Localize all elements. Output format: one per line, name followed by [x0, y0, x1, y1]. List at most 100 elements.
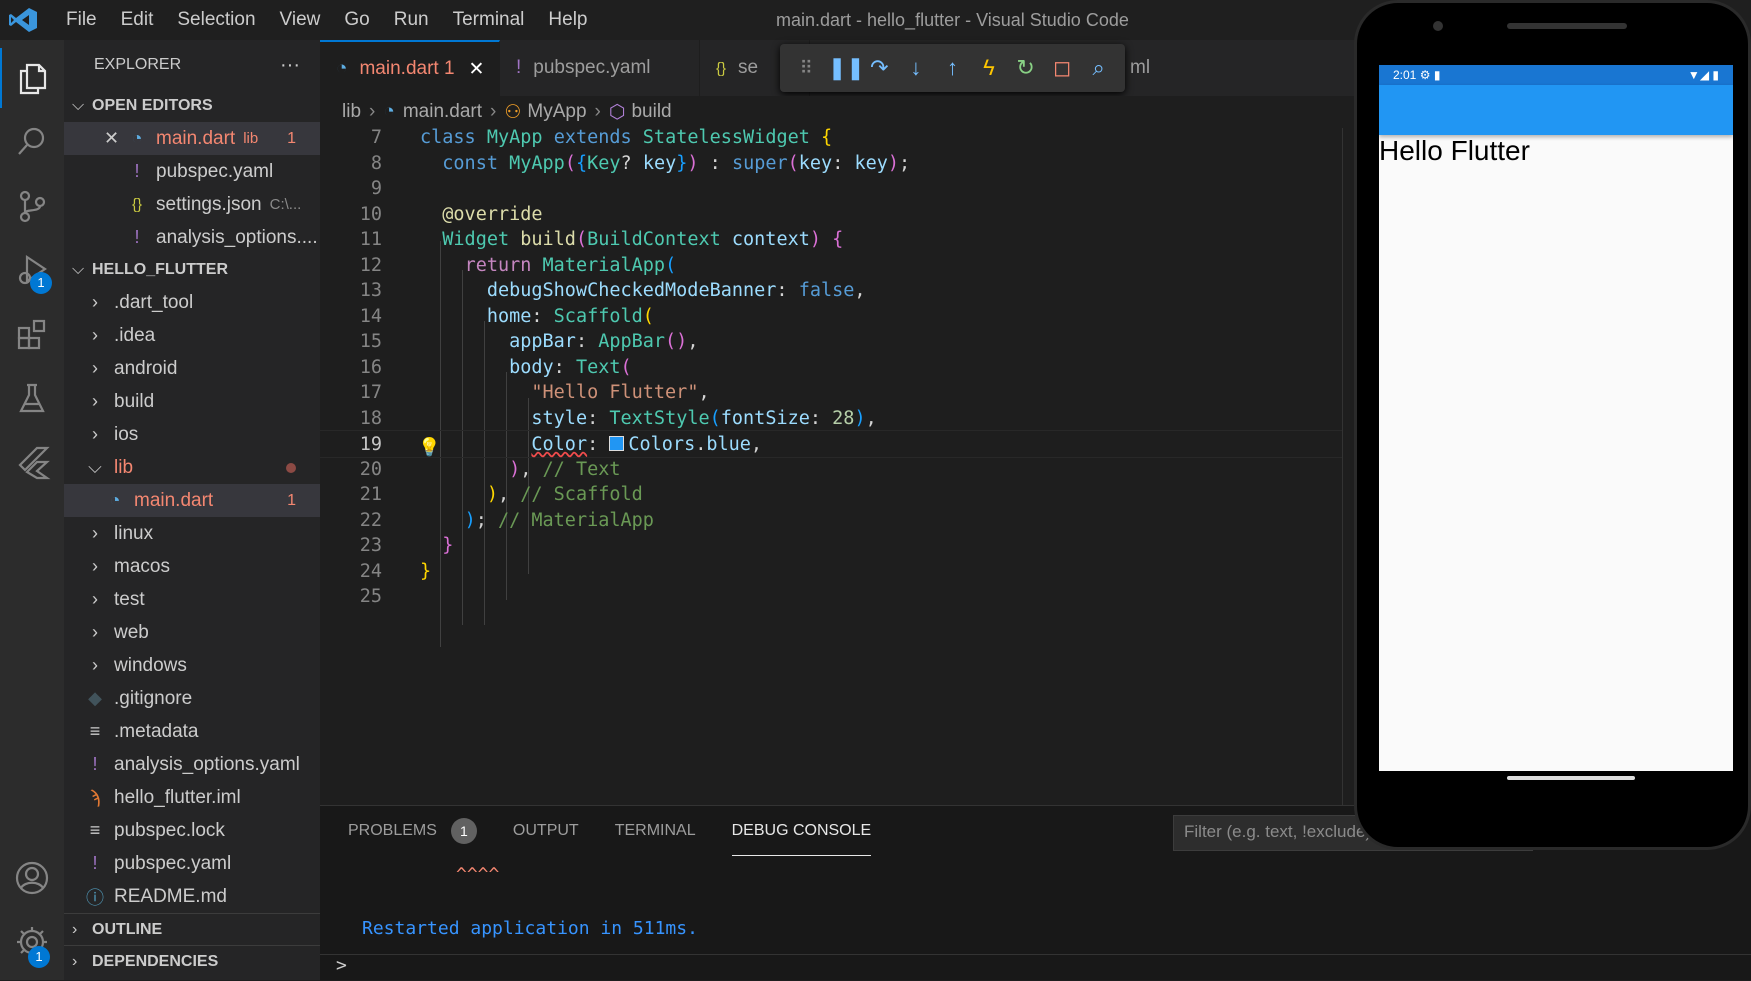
yaml-file-icon: !	[92, 853, 98, 873]
debug-badge: 1	[30, 272, 52, 294]
menu-edit[interactable]: Edit	[109, 0, 166, 40]
project-header[interactable]: ⌵ HELLO_FLUTTER	[64, 254, 320, 286]
tree-file-readme[interactable]: ⓘ README.md	[64, 880, 320, 913]
source-control-icon[interactable]	[0, 176, 64, 236]
dart-file-icon: ◔	[131, 128, 143, 148]
hot-reload-icon[interactable]: ϟ	[974, 55, 1004, 81]
tree-file-gitignore[interactable]: ◆ .gitignore	[64, 682, 320, 715]
open-editor-main-dart[interactable]: ✕ ◔ main.dart lib 1	[64, 122, 320, 155]
open-editor-pubspec[interactable]: ! pubspec.yaml	[64, 155, 320, 188]
tree-folder-dart-tool[interactable]: › .dart_tool	[64, 286, 320, 319]
menu-go[interactable]: Go	[332, 0, 381, 40]
chevron-right-icon: ›	[92, 589, 98, 609]
tree-folder-test[interactable]: › test	[64, 583, 320, 616]
step-out-icon[interactable]: ↑	[937, 55, 967, 81]
code-line: 9	[370, 178, 382, 199]
code-line: 7 class MyApp extends StatelessWidget {	[370, 127, 833, 148]
chevron-right-icon: ›	[369, 101, 376, 122]
class-symbol-icon: ⚇	[504, 101, 522, 123]
color-swatch[interactable]	[609, 436, 625, 451]
open-editor-analysis-options[interactable]: ! analysis_options....	[64, 221, 320, 254]
tab-main-dart[interactable]: ◔ main.dart 1 ✕	[320, 40, 500, 96]
chevron-right-icon: ›	[92, 325, 98, 345]
tree-folder-android[interactable]: › android	[64, 352, 320, 385]
phone-screen[interactable]: 2:01 ⚙ ▮ ▼◢ ▮ Hello Flutter	[1379, 65, 1733, 771]
info-icon: ⓘ	[86, 887, 104, 908]
breadcrumb-class[interactable]: ⚇ MyApp	[504, 101, 586, 124]
tree-folder-idea[interactable]: › .idea	[64, 319, 320, 352]
dependencies-header[interactable]: › DEPENDENCIES	[64, 945, 320, 977]
tree-file-pubspec-lock[interactable]: ≡ pubspec.lock	[64, 814, 320, 847]
tree-file-metadata[interactable]: ≡ .metadata	[64, 715, 320, 748]
chevron-right-icon: ›	[72, 952, 78, 970]
menu-run[interactable]: Run	[382, 0, 441, 40]
menu-view[interactable]: View	[268, 0, 333, 40]
tab-problems[interactable]: PROBLEMS 1	[348, 806, 477, 856]
menu-selection[interactable]: Selection	[165, 0, 267, 40]
close-tab-icon[interactable]: ✕	[469, 58, 485, 81]
tree-file-main-dart[interactable]: ◔ main.dart 1	[64, 484, 320, 517]
console-input[interactable]: >	[320, 954, 1751, 981]
dart-file-icon: ◔	[109, 490, 121, 510]
manage-gear-icon[interactable]: 1	[0, 912, 64, 972]
tree-file-analysis-options[interactable]: ! analysis_options.yaml	[64, 748, 320, 781]
tree-folder-windows[interactable]: › windows	[64, 649, 320, 682]
tree-folder-web[interactable]: › web	[64, 616, 320, 649]
yaml-file-icon: !	[92, 754, 98, 774]
tree-file-iml[interactable]: ϡ hello_flutter.iml	[64, 781, 320, 814]
menu-file[interactable]: File	[54, 0, 109, 40]
tree-folder-build[interactable]: › build	[64, 385, 320, 418]
console-caret-line: ^^^^	[456, 864, 500, 885]
menu-terminal[interactable]: Terminal	[441, 0, 537, 40]
step-into-icon[interactable]: ↓	[901, 55, 931, 81]
tree-folder-linux[interactable]: › linux	[64, 517, 320, 550]
tab-terminal[interactable]: TERMINAL	[615, 806, 696, 856]
tree-folder-macos[interactable]: › macos	[64, 550, 320, 583]
yaml-file-icon: !	[134, 227, 140, 247]
code-line: 16 body: Text(	[359, 357, 632, 378]
testing-icon[interactable]	[0, 368, 64, 428]
breadcrumb-lib[interactable]: lib	[342, 101, 361, 123]
stop-icon[interactable]: ◻	[1047, 55, 1077, 81]
tree-file-pubspec-yaml[interactable]: ! pubspec.yaml	[64, 847, 320, 880]
prompt-chevron-icon: >	[336, 955, 347, 976]
step-over-icon[interactable]: ↷	[864, 55, 894, 81]
extensions-icon[interactable]	[0, 304, 64, 364]
code-line: 13 debugShowCheckedModeBanner: false,	[359, 280, 866, 301]
camera-icon	[1433, 21, 1443, 31]
chevron-right-icon: ›	[92, 556, 98, 576]
open-editor-settings-json[interactable]: {} settings.json C:\...	[64, 188, 320, 221]
code-line: 10 @override	[359, 204, 543, 225]
search-icon[interactable]	[0, 112, 64, 172]
open-editors-header[interactable]: ⌵ OPEN EDITORS	[64, 90, 320, 122]
home-indicator[interactable]	[1507, 776, 1635, 780]
chevron-right-icon: ›	[92, 424, 98, 444]
breadcrumb-method[interactable]: ⬡ build	[609, 101, 672, 124]
chevron-right-icon: ›	[92, 391, 98, 411]
accounts-icon[interactable]	[0, 848, 64, 908]
pause-icon[interactable]: ❚❚	[828, 55, 865, 81]
settings-badge: 1	[28, 946, 50, 968]
tree-folder-ios[interactable]: › ios	[64, 418, 320, 451]
inspect-widget-icon[interactable]: ⌕	[1084, 55, 1114, 81]
tab-debug-console[interactable]: DEBUG CONSOLE	[731, 806, 872, 856]
chevron-down-icon: ⌵	[72, 261, 85, 278]
breadcrumb-main-dart[interactable]: ◔ main.dart	[383, 101, 482, 123]
more-actions-icon[interactable]: ···	[280, 54, 300, 77]
run-debug-icon[interactable]: 1	[0, 240, 64, 300]
drag-handle-icon[interactable]: ⠿	[791, 58, 821, 79]
close-icon[interactable]: ✕	[104, 128, 126, 149]
outline-header[interactable]: › OUTLINE	[64, 913, 320, 945]
tab-pubspec-yaml[interactable]: ! pubspec.yaml	[500, 40, 700, 96]
json-file-icon: {}	[716, 59, 727, 77]
activity-bar: 1 1	[0, 40, 64, 980]
code-editor[interactable]: 7 class MyApp extends StatelessWidget { 8…	[320, 127, 1355, 805]
tab-output[interactable]: OUTPUT	[513, 806, 579, 856]
speaker-grille	[1507, 23, 1627, 29]
flutter-icon[interactable]	[0, 432, 64, 492]
explorer-icon[interactable]	[0, 48, 64, 108]
tree-folder-lib[interactable]: ⌵ lib	[64, 451, 320, 484]
code-line: 20 ), // Text	[359, 459, 621, 480]
menu-help[interactable]: Help	[536, 0, 599, 40]
restart-icon[interactable]: ↻	[1011, 55, 1041, 81]
